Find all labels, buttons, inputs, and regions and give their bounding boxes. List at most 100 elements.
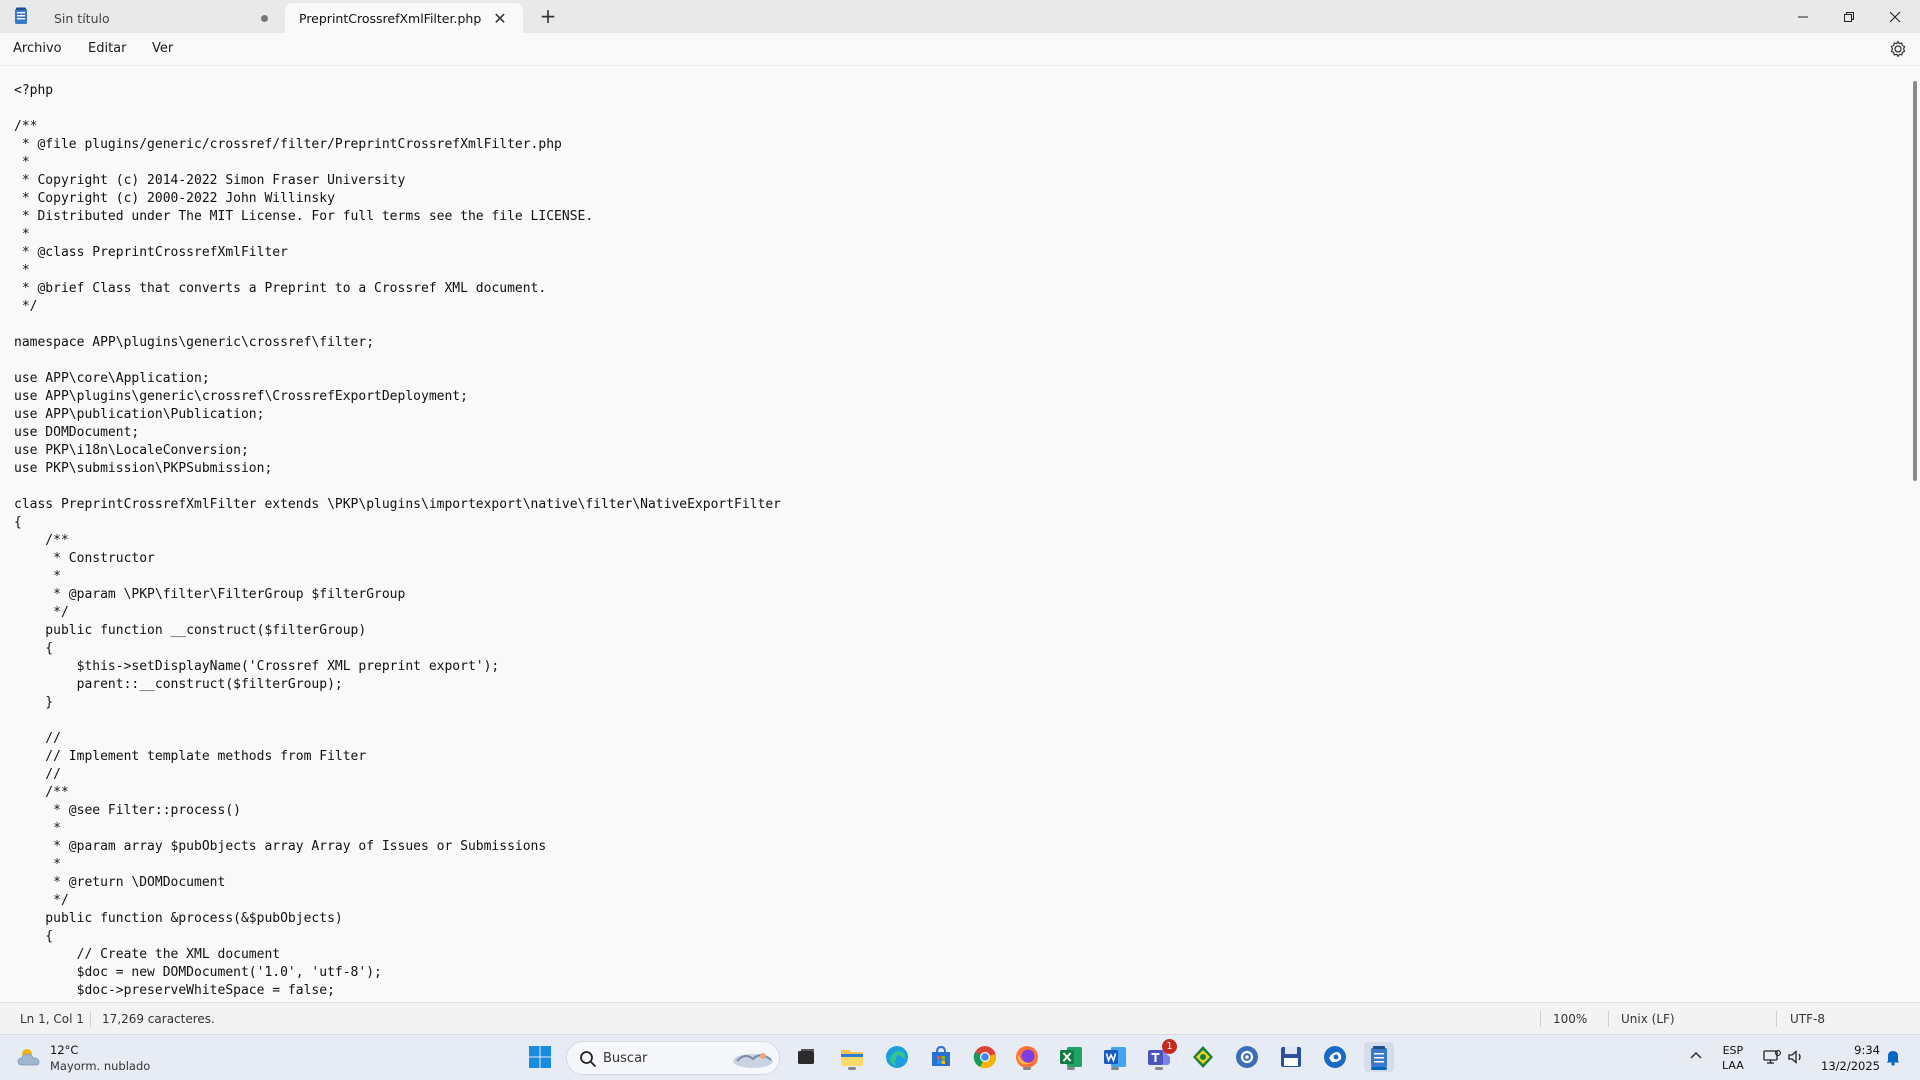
code-line[interactable]: use DOMDocument; <box>14 424 781 442</box>
code-line[interactable]: public function &process(&$pubObjects) <box>14 910 781 928</box>
code-line[interactable]: use APP\core\Application; <box>14 370 781 388</box>
code-line[interactable]: public function __construct($filterGroup… <box>14 622 781 640</box>
edge-browser-icon <box>886 1046 908 1068</box>
network-icon[interactable] <box>1762 1047 1782 1067</box>
code-line[interactable]: $this->setDisplayName('Crossref XML prep… <box>14 658 781 676</box>
code-line[interactable]: use PKP\i18n\LocaleConversion; <box>14 442 781 460</box>
language-code: ESP <box>1722 1044 1744 1057</box>
code-line[interactable]: use PKP\submission\PKPSubmission; <box>14 460 781 478</box>
vertical-scrollbar[interactable] <box>1913 81 1917 481</box>
code-line[interactable]: * Constructor <box>14 550 781 568</box>
microsoft-store-icon <box>932 1045 950 1066</box>
taskbar-store[interactable] <box>926 1042 956 1072</box>
code-line[interactable] <box>14 100 781 118</box>
code-line[interactable]: $doc = new DOMDocument('1.0', 'utf-8'); <box>14 964 781 982</box>
code-line[interactable]: // <box>14 766 781 784</box>
code-line[interactable]: * <box>14 154 781 172</box>
taskbar-app-blue[interactable] <box>1320 1042 1350 1072</box>
code-line[interactable]: use APP\plugins\generic\crossref\Crossre… <box>14 388 781 406</box>
code-line[interactable]: class PreprintCrossrefXmlFilter extends … <box>14 496 781 514</box>
code-line[interactable]: * @param \PKP\filter\FilterGroup $filter… <box>14 586 781 604</box>
input-language-indicator[interactable]: ESP LAA <box>1722 1043 1744 1073</box>
code-line[interactable]: { <box>14 928 781 946</box>
code-line[interactable]: /** <box>14 532 781 550</box>
line-ending[interactable]: Unix (LF) <box>1621 1012 1675 1026</box>
notification-bell-icon[interactable] <box>1884 1048 1902 1066</box>
text-editor[interactable]: <?php /** * @file plugins/generic/crossre… <box>0 65 1920 1002</box>
code-line[interactable]: * <box>14 820 781 838</box>
code-line[interactable]: * @return \DOMDocument <box>14 874 781 892</box>
code-line[interactable]: * @file plugins/generic/crossref/filter/… <box>14 136 781 154</box>
tab-preprint-crossref-xml-filter[interactable]: PreprintCrossrefXmlFilter.php ✕ <box>285 3 523 33</box>
code-line[interactable]: * <box>14 226 781 244</box>
code-line[interactable]: } <box>14 694 781 712</box>
tab-close-icon[interactable]: ✕ <box>491 9 509 28</box>
partly-cloudy-icon[interactable] <box>16 1044 44 1070</box>
menu-editar[interactable]: Editar <box>86 39 129 58</box>
taskbar-excel[interactable] <box>1056 1042 1086 1072</box>
code-line[interactable]: <?php <box>14 82 781 100</box>
code-line[interactable]: */ <box>14 892 781 910</box>
code-line[interactable] <box>14 712 781 730</box>
taskbar-app-green[interactable] <box>1188 1042 1218 1072</box>
code-line[interactable]: * Copyright (c) 2014-2022 Simon Fraser U… <box>14 172 781 190</box>
code-line[interactable]: namespace APP\plugins\generic\crossref\f… <box>14 334 781 352</box>
code-line[interactable]: // <box>14 730 781 748</box>
notification-badge: 1 <box>1162 1039 1177 1054</box>
code-line[interactable]: { <box>14 514 781 532</box>
code-line[interactable]: * <box>14 568 781 586</box>
unsaved-dot-icon <box>261 14 268 22</box>
taskbar-app-gear[interactable] <box>1232 1042 1262 1072</box>
encoding[interactable]: UTF-8 <box>1790 1012 1825 1026</box>
taskbar-app-save[interactable] <box>1276 1042 1306 1072</box>
taskbar-teams[interactable]: 1 <box>1144 1039 1177 1072</box>
show-hidden-icons-chevron-icon[interactable] <box>1688 1048 1704 1064</box>
code-line[interactable]: use APP\publication\Publication; <box>14 406 781 424</box>
code-line[interactable]: */ <box>14 298 781 316</box>
weather-temperature[interactable]: 12°C <box>50 1043 78 1057</box>
code-line[interactable]: * @see Filter::process() <box>14 802 781 820</box>
volume-icon[interactable] <box>1786 1047 1806 1067</box>
code-line[interactable]: { <box>14 640 781 658</box>
restore-button[interactable] <box>1826 0 1872 33</box>
code-line[interactable]: * @brief Class that converts a Preprint … <box>14 280 781 298</box>
code-line[interactable]: /** <box>14 784 781 802</box>
code-line[interactable]: /** <box>14 118 781 136</box>
taskbar-task-view[interactable] <box>791 1042 821 1072</box>
taskbar-firefox[interactable] <box>1012 1042 1042 1072</box>
menu-archivo[interactable]: Archivo <box>11 39 64 58</box>
menu-ver[interactable]: Ver <box>150 39 175 58</box>
taskbar-chrome[interactable] <box>970 1042 1000 1072</box>
zoom-level[interactable]: 100% <box>1553 1012 1587 1026</box>
code-line[interactable] <box>14 316 781 334</box>
code-line[interactable]: * <box>14 856 781 874</box>
code-line[interactable]: * @class PreprintCrossrefXmlFilter <box>14 244 781 262</box>
code-line[interactable]: parent::__construct($filterGroup); <box>14 676 781 694</box>
weather-description[interactable]: Mayorm. nublado <box>50 1059 150 1073</box>
close-window-button[interactable] <box>1872 0 1918 33</box>
taskbar-notepad[interactable] <box>1364 1042 1394 1072</box>
start-button[interactable] <box>525 1042 555 1072</box>
floppy-app-icon <box>1281 1047 1301 1067</box>
code-line[interactable]: * @param array $pubObjects array Array o… <box>14 838 781 856</box>
new-tab-button[interactable]: + <box>536 5 560 29</box>
taskbar-edge[interactable] <box>882 1042 912 1072</box>
minimize-button[interactable] <box>1780 0 1826 33</box>
taskbar-search-box[interactable]: Buscar <box>566 1041 780 1075</box>
taskbar-word[interactable] <box>1100 1042 1130 1072</box>
code-line[interactable]: // Implement template methods from Filte… <box>14 748 781 766</box>
code-line[interactable]: */ <box>14 604 781 622</box>
code-line[interactable]: // Create the XML document <box>14 946 781 964</box>
system-clock[interactable]: 9:34 13/2/2025 <box>1818 1042 1880 1074</box>
code-line[interactable]: $doc->preserveWhiteSpace = false; <box>14 982 781 1000</box>
taskbar-file-explorer[interactable] <box>837 1042 867 1072</box>
code-line[interactable]: * Distributed under The MIT License. For… <box>14 208 781 226</box>
code-line[interactable] <box>14 352 781 370</box>
taskbar: 12°C Mayorm. nublado Buscar 1 ESP LAA 9:… <box>0 1034 1920 1080</box>
tab-sin-titulo[interactable]: Sin título <box>40 3 282 33</box>
code-content[interactable]: <?php /** * @file plugins/generic/crossre… <box>14 82 781 1000</box>
code-line[interactable]: * Copyright (c) 2000-2022 John Willinsky <box>14 190 781 208</box>
settings-gear-icon[interactable] <box>1888 39 1908 59</box>
code-line[interactable] <box>14 478 781 496</box>
code-line[interactable]: * <box>14 262 781 280</box>
